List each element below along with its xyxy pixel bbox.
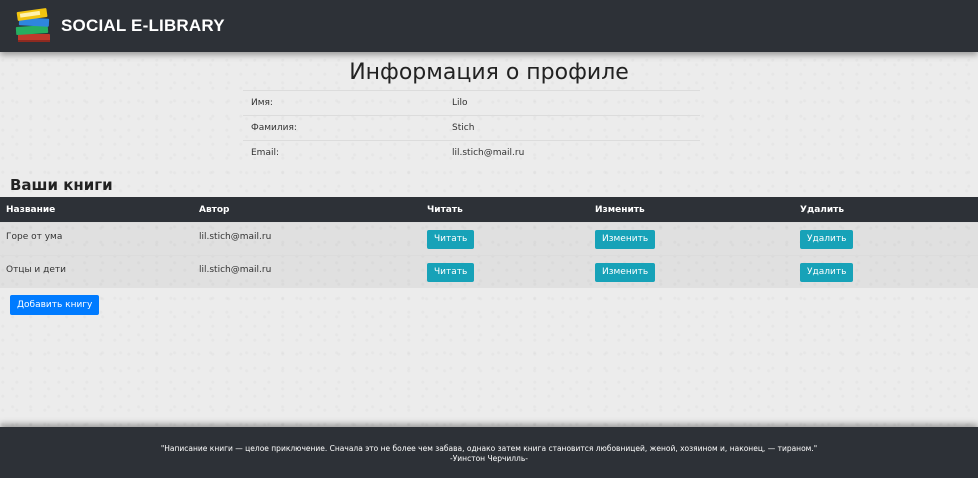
profile-value: lil.stich@mail.ru xyxy=(452,148,525,158)
books-table: Название Автор Читать Изменить Удалить Г… xyxy=(0,197,978,288)
edit-button[interactable]: Изменить xyxy=(595,230,656,249)
add-book-button[interactable]: Добавить книгу xyxy=(10,295,100,315)
profile-value: Stich xyxy=(452,123,475,133)
page-title: Информация о профиле xyxy=(349,60,629,85)
edit-button[interactable]: Изменить xyxy=(595,263,656,282)
profile-row-first-name: Имя: Lilo xyxy=(243,90,700,115)
column-header-read: Читать xyxy=(427,205,463,215)
profile-info-table: Имя: Lilo Фамилия: Stich Email: lil.stic… xyxy=(243,90,700,165)
book-author-cell: lil.stich@mail.ru xyxy=(199,265,272,275)
book-title-cell: Отцы и дети xyxy=(6,265,66,275)
table-row: Отцы и дети lil.stich@mail.ru Читать Изм… xyxy=(0,255,978,288)
profile-label: Фамилия: xyxy=(251,123,297,133)
delete-button[interactable]: Удалить xyxy=(800,263,854,282)
footer-quote: "Написание книги — целое приключение. Сн… xyxy=(160,444,818,453)
column-header-delete: Удалить xyxy=(800,205,845,215)
footer: "Написание книги — целое приключение. Сн… xyxy=(0,427,978,478)
footer-quote-author: -Уинстон Черчилль- xyxy=(450,454,528,463)
profile-row-email: Email: lil.stich@mail.ru xyxy=(243,140,700,165)
books-section-title: Ваши книги xyxy=(10,176,113,194)
profile-row-last-name: Фамилия: Stich xyxy=(243,115,700,140)
column-header-title: Название xyxy=(6,205,56,215)
read-button[interactable]: Читать xyxy=(427,230,475,249)
book-author-cell: lil.stich@mail.ru xyxy=(199,232,272,242)
navbar: SOCIAL E-LIBRARY xyxy=(0,0,978,52)
profile-value: Lilo xyxy=(452,98,468,108)
delete-button[interactable]: Удалить xyxy=(800,230,854,249)
column-header-edit: Изменить xyxy=(595,205,645,215)
brand-title[interactable]: SOCIAL E-LIBRARY xyxy=(61,16,225,36)
profile-label: Имя: xyxy=(251,98,273,108)
books-stack-icon[interactable] xyxy=(14,6,56,46)
book-title-cell: Горе от ума xyxy=(6,232,63,242)
table-row: Горе от ума lil.stich@mail.ru Читать Изм… xyxy=(0,222,978,255)
read-button[interactable]: Читать xyxy=(427,263,475,282)
column-header-author: Автор xyxy=(199,205,230,215)
profile-label: Email: xyxy=(251,148,280,158)
books-table-header: Название Автор Читать Изменить Удалить xyxy=(0,197,978,222)
